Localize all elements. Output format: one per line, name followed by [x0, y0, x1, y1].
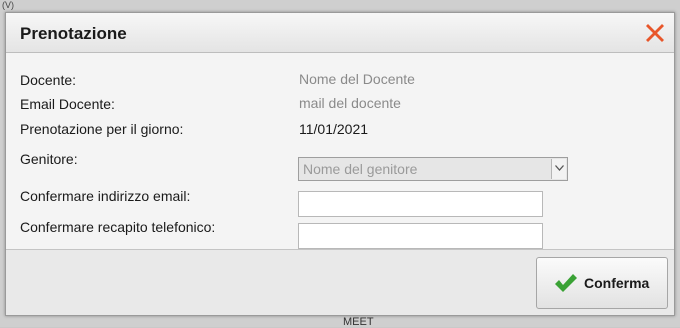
close-button[interactable] — [642, 19, 668, 45]
confirm-email-field[interactable] — [298, 191, 543, 217]
background-text-fragment-bottom: MEET — [343, 316, 374, 328]
parent-label: Genitore: — [20, 151, 78, 167]
dialog-title: Prenotazione — [20, 24, 127, 43]
confirm-phone-label: Confermare recapito telefonico: — [20, 219, 216, 235]
teacher-email-value: mail del docente — [299, 95, 401, 111]
teacher-label: Docente: — [20, 72, 77, 88]
background-text-fragment: (V) — [2, 0, 14, 10]
dialog-content: Docente: Nome del Docente Email Docente:… — [6, 53, 674, 249]
checkmark-icon — [554, 273, 578, 293]
confirm-button-label: Conferma — [584, 275, 650, 291]
dialog-footer: Conferma — [6, 250, 674, 315]
confirm-button[interactable]: Conferma — [536, 257, 668, 309]
booking-date-value: 11/01/2021 — [299, 121, 369, 137]
parent-select[interactable]: Nome del genitore — [298, 157, 568, 181]
confirm-phone-field[interactable] — [298, 223, 543, 249]
booking-date-label: Prenotazione per il giorno: — [20, 121, 184, 137]
close-x-icon — [646, 24, 664, 42]
chevron-down-icon[interactable] — [551, 159, 566, 179]
dialog-titlebar: Prenotazione — [6, 13, 674, 53]
teacher-email-label: Email Docente: — [20, 96, 115, 112]
confirm-email-label: Confermare indirizzo email: — [20, 188, 191, 204]
teacher-name-value: Nome del Docente — [299, 71, 415, 87]
parent-select-value: Nome del genitore — [303, 161, 418, 177]
booking-dialog: Prenotazione Docente: Nome del Docente E… — [5, 12, 675, 316]
